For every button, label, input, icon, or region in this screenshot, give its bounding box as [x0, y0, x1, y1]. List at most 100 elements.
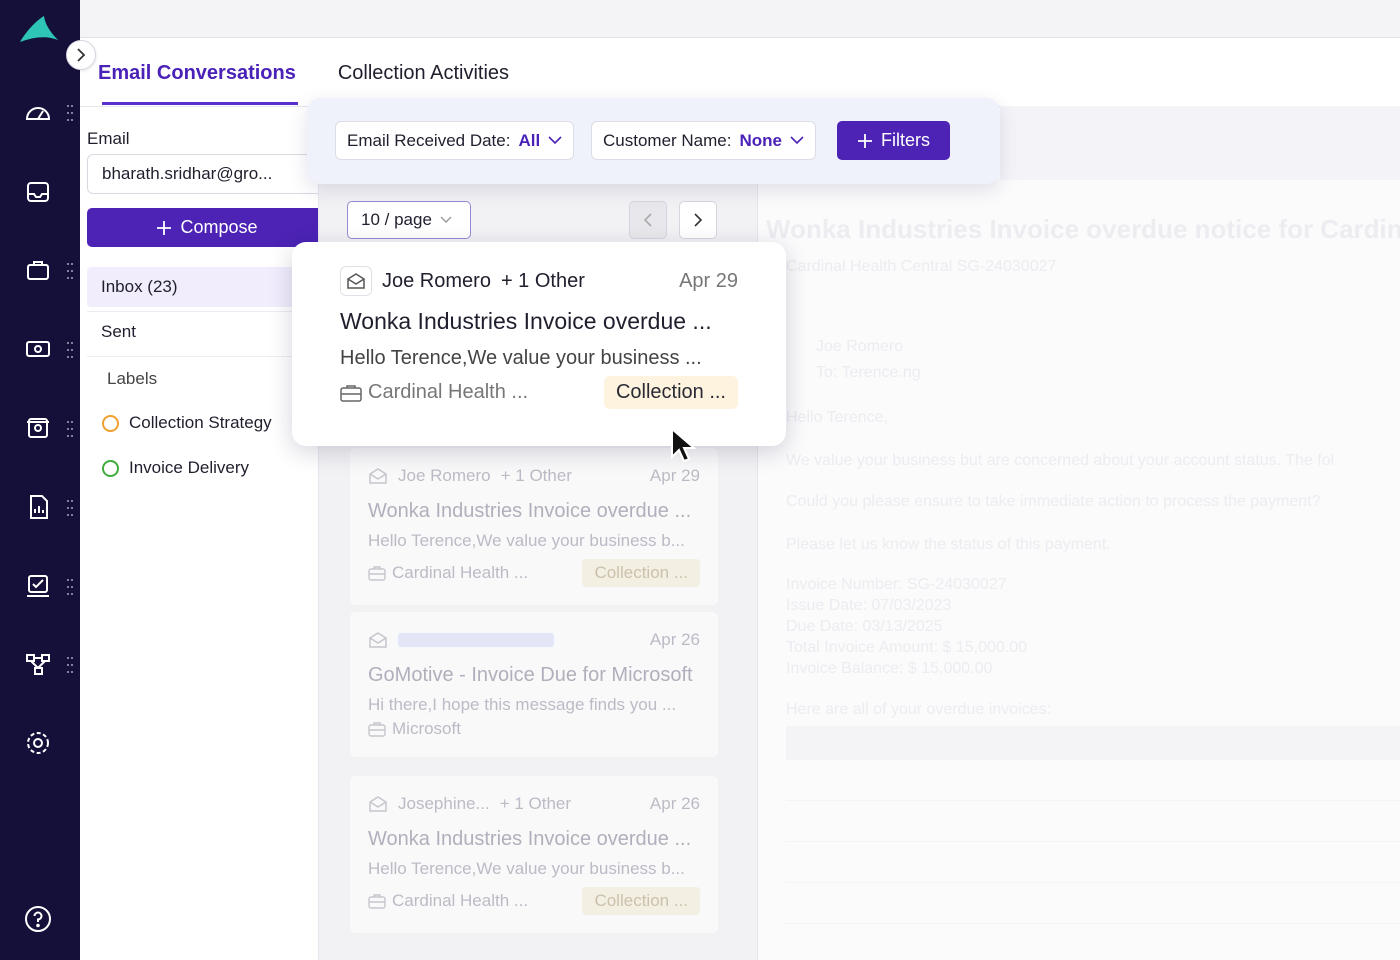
email-paragraph: Please let us know the status of this pa… [786, 536, 1111, 553]
next-page-button[interactable] [679, 201, 717, 239]
label-tag[interactable]: Collection ... [603, 376, 738, 409]
briefcase-icon [368, 894, 386, 909]
customer: Cardinal Health ... [368, 891, 528, 911]
briefcase-icon[interactable] [22, 254, 54, 286]
folder-inbox[interactable]: Inbox (23) [87, 267, 312, 307]
email-received-date-filter[interactable]: Email Received Date: All [335, 121, 575, 160]
subject: GoMotive - Invoice Due for Microsoft [368, 664, 693, 686]
collect-icon[interactable] [22, 412, 54, 444]
email-greeting: Hello Terence, [786, 409, 888, 426]
invoice-balance: Invoice Balance: $ 15,000.00 [786, 660, 993, 677]
compose-button[interactable]: Compose [87, 208, 327, 247]
label-ring-icon [102, 459, 119, 477]
email-paragraph: Could you please ensure to take immediat… [786, 493, 1321, 510]
email-label: Email [87, 129, 130, 148]
label-text: Invoice Delivery [129, 458, 249, 477]
invoice-number: Invoice Number: SG-24030027 [786, 576, 1007, 593]
subject: Wonka Industries Invoice overdue ... [368, 828, 692, 850]
filter-bar: Email Received Date: All Customer Name: … [307, 98, 1000, 184]
label-collection-strategy[interactable]: Collection Strategy [102, 413, 272, 433]
inbox-icon[interactable] [22, 176, 54, 208]
drag-handle-icon[interactable] [66, 657, 74, 673]
filters-button[interactable]: Filters [837, 121, 950, 160]
subject: Wonka Industries Invoice overdue ... [368, 500, 692, 522]
chevron-down-icon [790, 136, 804, 145]
total-amount: Total Invoice Amount: $ 15,000.00 [786, 639, 1028, 656]
label-invoice-delivery[interactable]: Invoice Delivery [102, 458, 249, 478]
chevron-right-icon [694, 213, 703, 227]
customer-name: Microsoft [392, 719, 461, 738]
issue-date: Issue Date: 07/03/2023 [786, 597, 952, 614]
settings-icon[interactable] [22, 727, 54, 759]
tab-email-conversations[interactable]: Email Conversations [98, 62, 298, 105]
drag-handle-icon[interactable] [66, 263, 74, 279]
customer-name: Cardinal Health ... [368, 381, 529, 403]
briefcase-icon [368, 722, 386, 737]
drag-handle-icon[interactable] [66, 500, 74, 516]
envelope-open-icon [369, 632, 387, 648]
email-paragraph: We value your business but are concerned… [786, 452, 1335, 469]
customer-name: Cardinal Health ... [392, 891, 529, 910]
others-count: + 1 Other [500, 269, 585, 292]
chevron-right-icon [77, 48, 86, 62]
customer: Microsoft [368, 719, 461, 739]
preview: Hi there,I hope this message finds you .… [368, 695, 677, 714]
customer-name-filter[interactable]: Customer Name: None [591, 121, 816, 160]
list-item[interactable]: Apr 26 GoMotive - Invoice Due for Micros… [350, 612, 718, 757]
email-title: Wonka Industries Invoice overdue notice … [766, 214, 1400, 244]
filter-value: All [518, 130, 541, 150]
customer: Cardinal Health ... [340, 381, 528, 404]
label-text: Collection Strategy [129, 413, 272, 432]
list-item[interactable]: Joe Romero + 1 Other Apr 29 Wonka Indust… [350, 448, 718, 605]
others-count: + 1 Other [499, 794, 572, 813]
app-rail [0, 0, 80, 960]
label-ring-icon [102, 414, 119, 432]
chevron-down-icon [440, 216, 452, 223]
table-row [786, 842, 1400, 883]
folder-sent[interactable]: Sent [87, 312, 312, 352]
chevron-left-icon [643, 213, 652, 227]
sender: Josephine... [398, 794, 490, 813]
filter-label: Email Received Date: [347, 130, 511, 150]
envelope-open-icon [369, 796, 387, 812]
customer: Cardinal Health ... [368, 563, 528, 583]
dashboard-icon[interactable] [22, 96, 54, 128]
email-account-select[interactable]: bharath.sridhar@gro... [87, 154, 327, 194]
table-row [786, 760, 1400, 801]
reading-pane: Wonka Industries Invoice overdue notice … [758, 180, 1400, 960]
page-size-select[interactable]: 10 / page [347, 201, 471, 239]
email-to: To: Terence.ng [816, 364, 921, 381]
help-icon[interactable] [22, 903, 54, 935]
table-header [786, 726, 1400, 760]
briefcase-icon [368, 566, 386, 581]
date: Apr 26 [649, 630, 700, 649]
sender: Joe Romero [382, 269, 491, 292]
chevron-down-icon [548, 136, 562, 145]
table-row [786, 801, 1400, 842]
drag-handle-icon[interactable] [66, 421, 74, 437]
plus-icon [858, 133, 872, 148]
highlighted-email-card[interactable]: Joe Romero + 1 Other Apr 29 Wonka Indust… [292, 242, 786, 446]
workflow-icon[interactable] [22, 648, 54, 680]
app-logo [20, 16, 58, 42]
drag-handle-icon[interactable] [66, 342, 74, 358]
prev-page-button[interactable] [629, 201, 667, 239]
drag-handle-icon[interactable] [66, 579, 74, 595]
briefcase-icon [340, 384, 362, 402]
date: Apr 29 [679, 269, 738, 292]
money-icon[interactable] [22, 333, 54, 365]
customer-name: Cardinal Health ... [392, 563, 529, 582]
label-tag: Collection ... [582, 887, 700, 915]
top-bar [80, 0, 1400, 38]
list-item[interactable]: Josephine... + 1 Other Apr 26 Wonka Indu… [350, 776, 718, 933]
expand-sidebar-button[interactable] [66, 40, 96, 70]
filters-label: Filters [881, 130, 930, 150]
filter-value: None [739, 130, 782, 150]
plus-icon [157, 220, 172, 235]
preview: Hello Terence,We value your business b..… [368, 531, 685, 550]
report-icon[interactable] [22, 491, 54, 523]
mouse-cursor-icon [671, 427, 697, 463]
preview: Hello Terence,We value your business ... [340, 347, 702, 369]
drag-handle-icon[interactable] [66, 105, 74, 121]
approval-icon[interactable] [22, 570, 54, 602]
